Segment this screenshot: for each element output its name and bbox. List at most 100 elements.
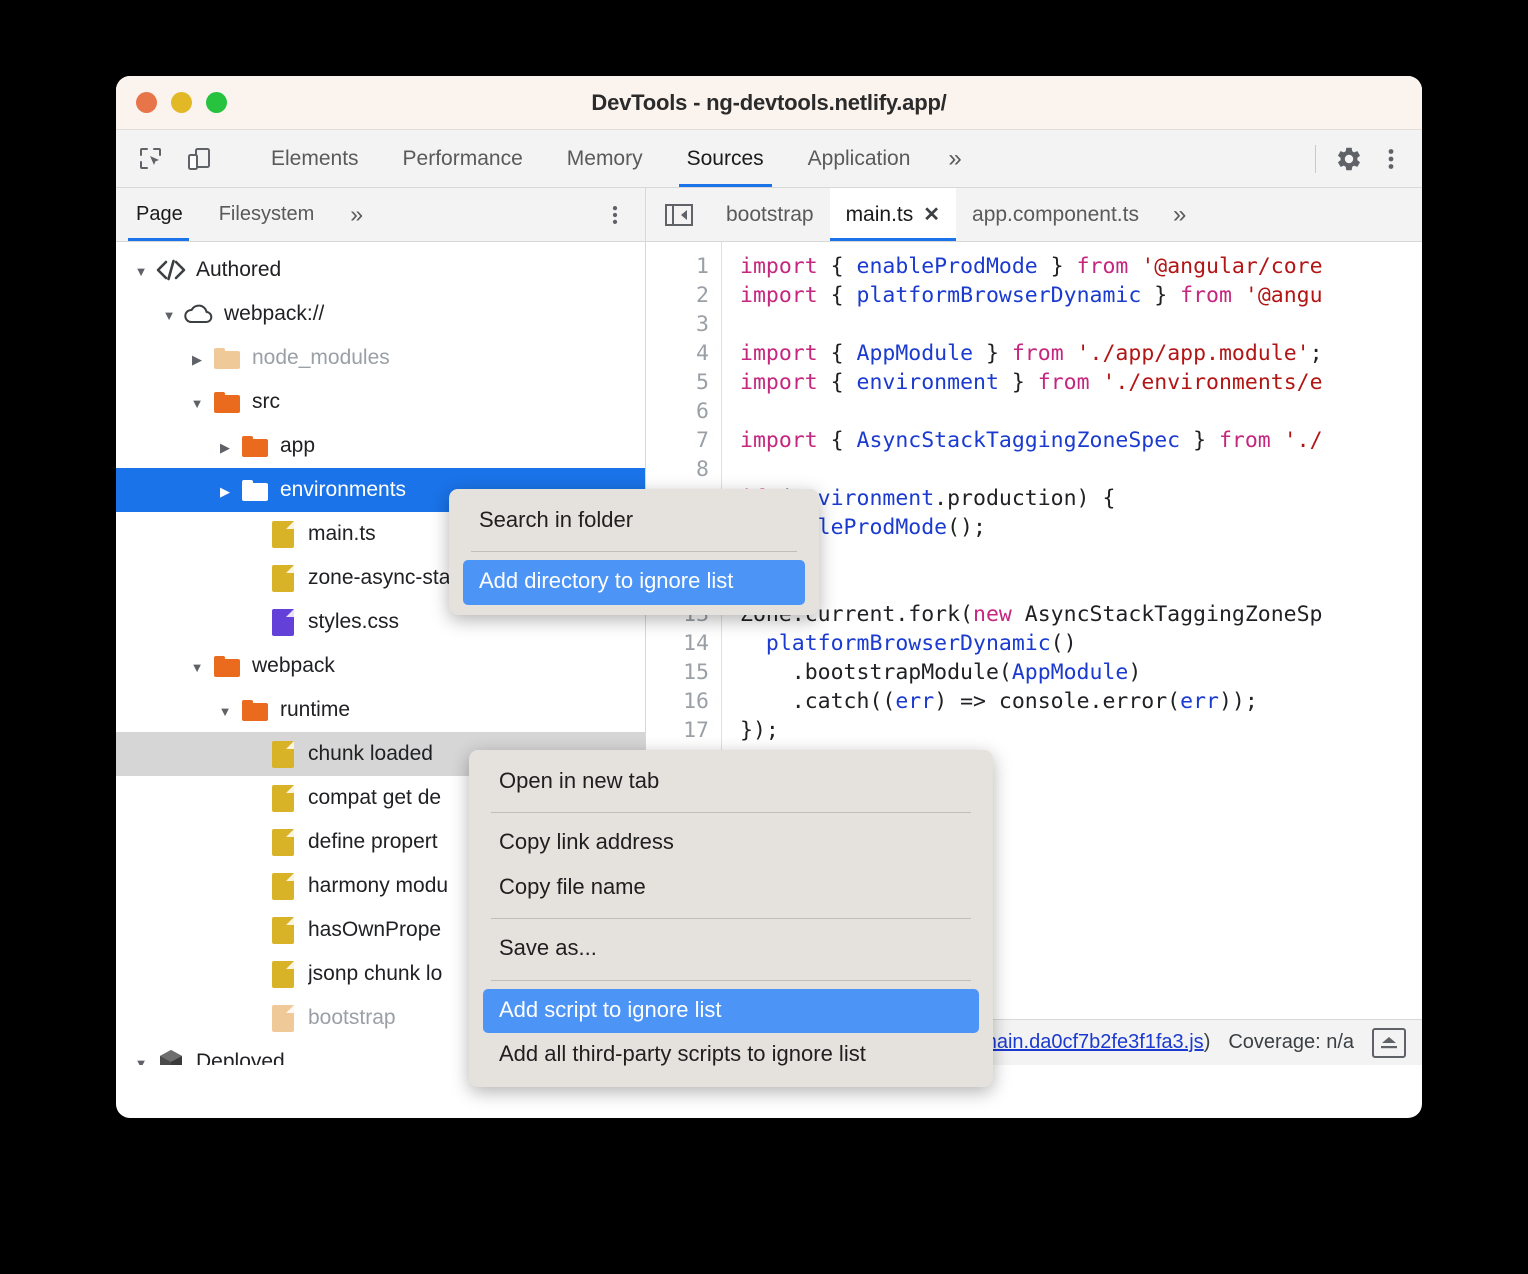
source-tab-label: bootstrap [726,203,814,227]
code-line: import { environment } from './environme… [740,368,1422,397]
collapse-navigator-button[interactable] [646,188,710,241]
tree-item-authored[interactable]: ▼ Authored [116,248,645,292]
source-origin-link[interactable]: main.da0cf7b2fe3f1fa3.js [980,1031,1204,1053]
tree-item-label: webpack:// [224,302,324,326]
screenshot-stage: DevTools - ng-devtools.netlify.app/ [0,0,1528,1274]
navigator-tab-list: Page Filesystem » [116,188,645,242]
menu-separator [491,918,971,919]
pretty-print-button[interactable] [1372,1028,1406,1058]
code-line [740,571,1422,600]
file-icon [272,741,294,768]
tree-item-runtime[interactable]: ▼ runtime [116,688,645,732]
menu-item-add-all-third-party-scripts-to-ignore-list[interactable]: Add all third-party scripts to ignore li… [469,1033,993,1077]
tree-expand-arrow[interactable]: ▶ [212,434,238,458]
tree-expand-arrow[interactable]: ▼ [184,654,210,678]
window-title: DevTools - ng-devtools.netlify.app/ [116,76,1422,129]
code-line: platformBrowserDynamic() [740,629,1422,658]
menu-item-copy-file-name[interactable]: Copy file name [469,866,993,910]
inspect-element-button[interactable] [130,138,172,180]
tree-item-webpack[interactable]: ▼ webpack [116,644,645,688]
tab-performance[interactable]: Performance [381,130,545,187]
traffic-lights [136,92,227,113]
toolbar-divider-right [1315,145,1316,173]
file-icon [272,873,294,900]
maximize-window-button[interactable] [206,92,227,113]
tab-sources[interactable]: Sources [665,130,786,187]
tree-item-node-modules[interactable]: ▶ node_modules [116,336,645,380]
file-icon [272,917,294,944]
tree-item-label: runtime [280,698,350,722]
tree-expand-arrow[interactable]: ▶ [184,346,210,370]
code-line: import { enableProdMode } from '@angular… [740,252,1422,281]
coverage-status: Coverage: n/a [1228,1031,1354,1054]
navigator-more-options-button[interactable] [603,188,645,241]
menu-item-copy-link-address[interactable]: Copy link address [469,821,993,865]
code-line: .bootstrapModule(AppModule) [740,658,1422,687]
line-number: 8 [646,455,709,484]
menu-item-add-directory-to-ignore-list[interactable]: Add directory to ignore list [463,560,805,604]
menu-item-search-in-folder[interactable]: Search in folder [449,499,819,543]
source-tab-list: bootstrap main.ts ✕ app.component.ts » [646,188,1422,242]
close-tab-icon[interactable]: ✕ [923,202,940,227]
line-number: 16 [646,687,709,716]
minimize-window-button[interactable] [171,92,192,113]
line-number: 15 [646,658,709,687]
nav-tab-page[interactable]: Page [116,188,201,241]
menu-item-open-in-new-tab[interactable]: Open in new tab [469,760,993,804]
tree-item-label: harmony modu [308,874,448,898]
pretty-print-icon [1378,1034,1400,1052]
device-toolbar-icon [186,146,212,172]
code-line [740,397,1422,426]
window-titlebar: DevTools - ng-devtools.netlify.app/ [116,76,1422,130]
folder-icon [242,436,268,457]
kebab-menu-icon [603,203,627,227]
devtools-menu-button[interactable] [1370,138,1412,180]
tree-expand-arrow[interactable]: ▼ [212,698,238,722]
more-panels-button[interactable]: » [932,130,977,187]
nav-tab-filesystem[interactable]: Filesystem [201,188,333,241]
tree-item-label: Authored [196,258,281,282]
tree-expand-arrow[interactable]: ▶ [212,478,238,502]
source-tab-label: app.component.ts [972,203,1139,227]
tree-expand-arrow[interactable]: ▼ [156,302,182,326]
line-number: 5 [646,368,709,397]
line-number: 7 [646,426,709,455]
settings-button[interactable] [1328,138,1370,180]
file-icon [272,521,294,548]
tree-item-app[interactable]: ▶ app [116,424,645,468]
nav-more-tabs-button[interactable]: » [332,188,381,241]
folder-icon [214,392,240,413]
tree-item-label: bootstrap [308,1006,396,1030]
line-number: 17 [646,716,709,745]
source-tab-bootstrap[interactable]: bootstrap [710,188,830,241]
tree-item-label: define propert [308,830,438,854]
tab-application[interactable]: Application [786,130,933,187]
tree-expand-arrow[interactable]: ▼ [128,1050,154,1065]
gear-icon [1335,145,1363,173]
tree-item-src[interactable]: ▼src [116,380,645,424]
tab-elements[interactable]: Elements [249,130,381,187]
close-window-button[interactable] [136,92,157,113]
folder-icon [242,480,268,501]
tree-expand-arrow[interactable]: ▼ [184,390,210,414]
tree-item-label: webpack [252,654,335,678]
menu-item-save-as[interactable]: Save as... [469,927,993,971]
tree-item-label: app [280,434,315,458]
more-source-tabs-button[interactable]: » [1155,188,1204,241]
file-icon [272,961,294,988]
tree-item-label: zone-async-sta [308,566,450,590]
file-icon [272,785,294,812]
tree-expand-arrow[interactable]: ▼ [128,258,154,282]
context-menu-folder[interactable]: Search in folder Add directory to ignore … [449,489,819,615]
device-toolbar-button[interactable] [178,138,220,180]
line-number: 2 [646,281,709,310]
tree-item-label: node_modules [252,346,390,370]
source-tab-app-component-ts[interactable]: app.component.ts [956,188,1155,241]
tab-memory[interactable]: Memory [545,130,665,187]
tree-item-webpack[interactable]: ▼ webpack:// [116,292,645,336]
code-line: import { platformBrowserDynamic } from '… [740,281,1422,310]
context-menu-file[interactable]: Open in new tab Copy link addressCopy fil… [469,750,993,1087]
menu-item-add-script-to-ignore-list[interactable]: Add script to ignore list [483,989,979,1033]
source-tab-main-ts[interactable]: main.ts ✕ [830,188,956,241]
panel-tab-list: Elements Performance Memory Sources Appl… [249,130,978,187]
